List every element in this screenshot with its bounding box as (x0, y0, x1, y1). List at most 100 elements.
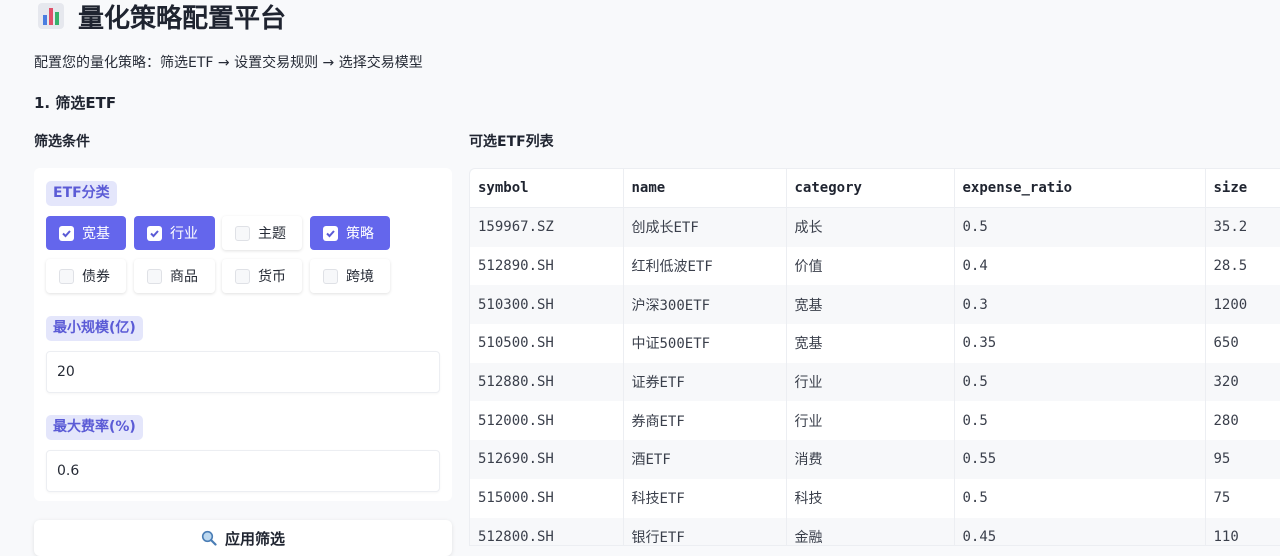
checkbox-label: 债券 (82, 269, 110, 285)
table-row[interactable]: 512880.SH 证券ETF 行业 0.5 320 (470, 362, 1280, 402)
table-row[interactable]: 510500.SH 中证500ETF 宽基 0.35 650 (470, 324, 1280, 363)
min-size-input[interactable]: 20 (46, 351, 440, 393)
table-row[interactable]: 515000.SH 科技ETF 科技 0.5 75 (470, 478, 1280, 518)
cell-size: 110 (1205, 517, 1280, 545)
max-fee-label: 最大费率(%) (46, 415, 143, 440)
apply-filter-label: 应用筛选 (224, 529, 285, 548)
cell-name: 沪深300ETF (623, 285, 787, 325)
page-subtitle: 配置您的量化策略：筛选ETF → 设置交易规则 → 选择交易模型 (34, 55, 423, 71)
cell-size: 28.5 (1205, 246, 1280, 286)
table-row[interactable]: 512890.SH 红利低波ETF 价值 0.4 28.5 (470, 246, 1280, 286)
cell-category: 行业 (786, 401, 955, 441)
cell-size: 95 (1205, 440, 1280, 479)
cell-name: 证券ETF (623, 362, 787, 402)
cell-symbol: 512880.SH (470, 362, 624, 402)
cell-category: 宽基 (786, 285, 955, 325)
cell-size: 650 (1205, 324, 1280, 363)
cell-name: 创成长ETF (623, 207, 787, 247)
cell-expense-ratio: 0.4 (954, 246, 1206, 286)
checkbox-label: 策略 (346, 226, 374, 242)
cell-category: 行业 (786, 362, 955, 402)
check-icon (323, 225, 338, 241)
cell-expense-ratio: 0.3 (954, 285, 1206, 325)
page-header: 量化策略配置平台 (38, 0, 287, 34)
etf-table: symbol name category expense_ratio size … (470, 169, 1280, 545)
category-checkbox-主题[interactable]: 主题 (222, 216, 302, 250)
column-header-category[interactable]: category (786, 169, 955, 208)
filter-panel: ETF分类 宽基 行业 主题 策略 债券 商品 货币 跨境 最小规模(亿) 20… (34, 168, 452, 501)
cell-symbol: 510500.SH (470, 324, 624, 363)
cell-expense-ratio: 0.35 (954, 324, 1206, 363)
check-icon (59, 225, 74, 241)
empty-checkbox-icon (323, 268, 338, 284)
table-row[interactable]: 512800.SH 银行ETF 金融 0.45 110 (470, 517, 1280, 545)
category-checkbox-货币[interactable]: 货币 (222, 259, 302, 293)
table-header-row: symbol name category expense_ratio size (470, 169, 1280, 208)
empty-checkbox-icon (59, 268, 74, 284)
category-checkbox-策略[interactable]: 策略 (310, 216, 390, 250)
cell-expense-ratio: 0.5 (954, 362, 1206, 402)
cell-symbol: 512000.SH (470, 401, 624, 441)
cell-symbol: 510300.SH (470, 285, 624, 325)
check-icon (147, 225, 162, 241)
cell-name: 红利低波ETF (623, 246, 787, 286)
column-header-name[interactable]: name (623, 169, 787, 208)
cell-symbol: 159967.SZ (470, 207, 624, 247)
checkbox-label: 跨境 (346, 269, 374, 285)
table-row[interactable]: 159967.SZ 创成长ETF 成长 0.5 35.2 (470, 207, 1280, 247)
max-fee-input[interactable]: 0.6 (46, 450, 440, 492)
min-size-label: 最小规模(亿) (46, 316, 143, 341)
cell-size: 320 (1205, 362, 1280, 402)
checkbox-label: 货币 (258, 269, 286, 285)
cell-category: 宽基 (786, 324, 955, 363)
cell-name: 科技ETF (623, 478, 787, 518)
category-checkbox-债券[interactable]: 债券 (46, 259, 126, 293)
cell-expense-ratio: 0.5 (954, 478, 1206, 518)
category-checkbox-跨境[interactable]: 跨境 (310, 259, 390, 293)
section-heading: 1. 筛选ETF (34, 94, 117, 112)
category-checkbox-行业[interactable]: 行业 (134, 216, 215, 250)
cell-expense-ratio: 0.5 (954, 401, 1206, 441)
cell-size: 75 (1205, 478, 1280, 518)
empty-checkbox-icon (147, 268, 162, 284)
page-title: 量化策略配置平台 (78, 3, 287, 34)
table-row[interactable]: 512690.SH 酒ETF 消费 0.55 95 (470, 440, 1280, 479)
etf-category-label: ETF分类 (46, 181, 117, 206)
table-row[interactable]: 512000.SH 券商ETF 行业 0.5 280 (470, 401, 1280, 441)
cell-category: 成长 (786, 207, 955, 247)
cell-name: 银行ETF (623, 517, 787, 545)
category-checkbox-宽基[interactable]: 宽基 (46, 216, 126, 250)
category-checkbox-商品[interactable]: 商品 (134, 259, 215, 293)
checkbox-label: 商品 (170, 269, 198, 285)
cell-category: 金融 (786, 517, 955, 545)
empty-checkbox-icon (235, 268, 250, 284)
column-header-size[interactable]: size (1205, 169, 1280, 208)
table-row[interactable]: 510300.SH 沪深300ETF 宽基 0.3 1200 (470, 285, 1280, 325)
checkbox-label: 行业 (170, 226, 198, 242)
cell-size: 35.2 (1205, 207, 1280, 247)
cell-name: 券商ETF (623, 401, 787, 441)
column-header-expense-ratio[interactable]: expense_ratio (954, 169, 1206, 208)
checkbox-label: 宽基 (82, 226, 110, 242)
empty-checkbox-icon (235, 225, 250, 241)
cell-symbol: 512800.SH (470, 517, 624, 545)
cell-name: 中证500ETF (623, 324, 787, 363)
cell-category: 价值 (786, 246, 955, 286)
filters-heading: 筛选条件 (34, 134, 90, 150)
column-header-symbol[interactable]: symbol (470, 169, 624, 208)
cell-name: 酒ETF (623, 440, 787, 479)
cell-size: 1200 (1205, 285, 1280, 325)
cell-size: 280 (1205, 401, 1280, 441)
cell-expense-ratio: 0.5 (954, 207, 1206, 247)
cell-symbol: 515000.SH (470, 478, 624, 518)
cell-category: 消费 (786, 440, 955, 479)
etf-table-container[interactable]: symbol name category expense_ratio size … (469, 168, 1280, 546)
cell-category: 科技 (786, 478, 955, 518)
bar-chart-icon (38, 3, 64, 29)
apply-filter-button[interactable]: 应用筛选 (34, 520, 452, 556)
cell-expense-ratio: 0.45 (954, 517, 1206, 545)
checkbox-label: 主题 (258, 226, 286, 242)
cell-symbol: 512690.SH (470, 440, 624, 479)
etf-list-heading: 可选ETF列表 (469, 134, 554, 150)
cell-expense-ratio: 0.55 (954, 440, 1206, 479)
